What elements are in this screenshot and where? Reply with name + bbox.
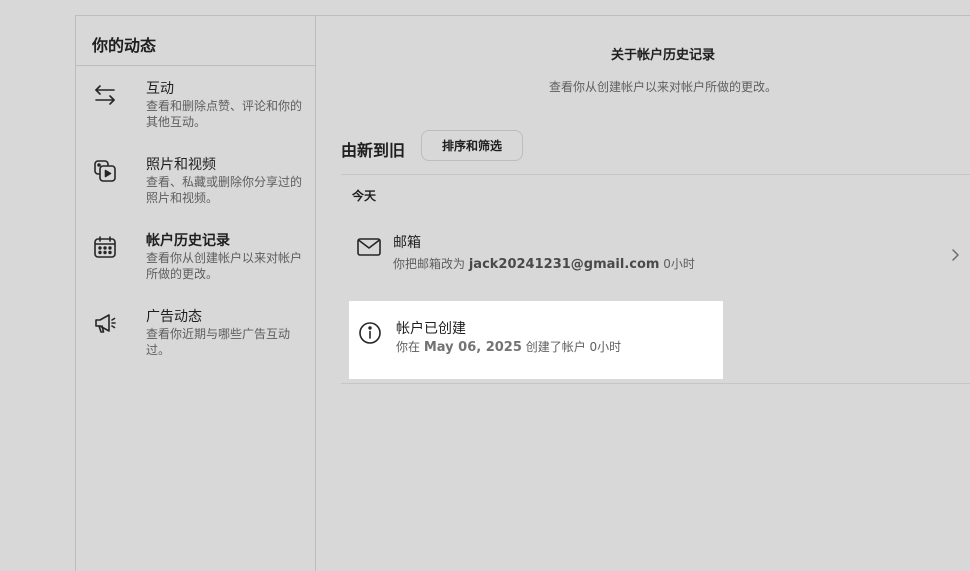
- info-icon: [357, 320, 383, 346]
- mail-icon: [356, 234, 382, 260]
- entry-sub-value: May 06, 2025: [423, 340, 522, 355]
- entry-sub-value: jack20241231@gmail.com: [468, 257, 660, 272]
- sort-order-label: 由新到旧: [341, 141, 406, 160]
- entry-title: 邮箱: [393, 235, 421, 251]
- sidebar-title: 你的动态: [76, 16, 315, 66]
- sidebar-item-account-history[interactable]: 帐户历史记录 查看你从创建帐户以来对帐户所做的更改。: [76, 232, 316, 302]
- entry-subtitle: 你把邮箱改为 jack20241231@gmail.com 0小时: [393, 255, 695, 272]
- sidebar-item-label: 互动: [146, 81, 174, 97]
- divider: [341, 383, 970, 384]
- sidebar-item-label: 照片和视频: [146, 157, 216, 173]
- history-entry-email[interactable]: 邮箱 你把邮箱改为 jack20241231@gmail.com 0小时: [341, 220, 970, 298]
- arrows-exchange-icon: [92, 82, 118, 108]
- entry-sub-prefix: 你在: [396, 340, 421, 354]
- about-title: 关于帐户历史记录: [610, 48, 715, 63]
- history-entry-account-created[interactable]: 帐户已创建 你在 May 06, 2025 创建了帐户 0小时: [349, 301, 723, 379]
- sidebar-item-ad-activity[interactable]: 广告动态 查看你近期与哪些广告互动过。: [76, 308, 316, 378]
- sidebar: 你的动态 互动 查看和删除点赞、评论和你的其他互动。 照片和视频 查看、私藏或删…: [75, 15, 316, 571]
- about-description: 查看你从创建帐户以来对帐户所做的更改。: [548, 80, 777, 94]
- sidebar-item-desc: 查看你近期与哪些广告互动过。: [146, 327, 291, 357]
- main-panel: 关于帐户历史记录 查看你从创建帐户以来对帐户所做的更改。 由新到旧 排序和筛选 …: [316, 15, 970, 571]
- calendar-icon: [92, 234, 118, 260]
- megaphone-icon: [92, 310, 118, 336]
- divider: [341, 174, 970, 175]
- section-label-today: 今天: [352, 189, 377, 203]
- entry-subtitle: 你在 May 06, 2025 创建了帐户 0小时: [396, 338, 621, 355]
- sidebar-item-interactions[interactable]: 互动 查看和删除点赞、评论和你的其他互动。: [76, 80, 316, 150]
- chevron-right-icon: [948, 247, 962, 261]
- entry-sub-suffix: 0小时: [663, 257, 695, 271]
- sidebar-item-photos-videos[interactable]: 照片和视频 查看、私藏或删除你分享过的照片和视频。: [76, 156, 316, 226]
- sidebar-item-desc: 查看、私藏或删除你分享过的照片和视频。: [146, 175, 303, 205]
- entry-sub-suffix: 创建了帐户 0小时: [525, 340, 622, 354]
- entry-title: 帐户已创建: [396, 321, 466, 337]
- sidebar-item-label: 广告动态: [146, 309, 202, 325]
- sidebar-item-label: 帐户历史记录: [146, 233, 230, 249]
- entry-sub-prefix: 你把邮箱改为: [393, 257, 466, 271]
- page: 你的动态 互动 查看和删除点赞、评论和你的其他互动。 照片和视频 查看、私藏或删…: [0, 0, 970, 571]
- sort-filter-button[interactable]: 排序和筛选: [421, 130, 523, 161]
- sidebar-item-desc: 查看你从创建帐户以来对帐户所做的更改。: [146, 251, 303, 281]
- sidebar-item-desc: 查看和删除点赞、评论和你的其他互动。: [146, 99, 303, 129]
- photo-video-icon: [92, 158, 118, 184]
